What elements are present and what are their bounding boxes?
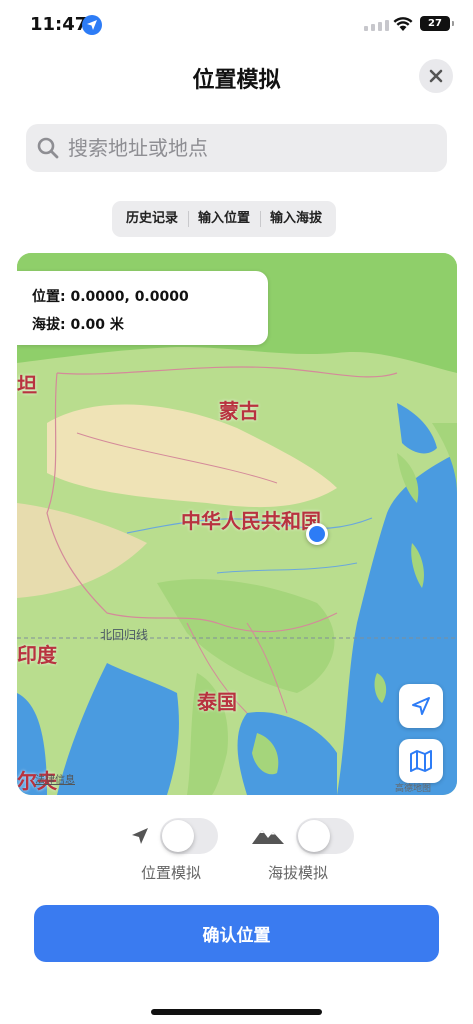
map-label-mongolia: 蒙古 — [219, 399, 259, 423]
search-input[interactable] — [68, 136, 428, 160]
segment-input-position[interactable]: 输入位置 — [188, 201, 260, 237]
wifi-icon — [392, 15, 414, 36]
position-sim-toggle-group — [130, 818, 218, 854]
info-altitude: 海拔: 0.00 米 — [32, 317, 124, 333]
location-arrow-icon — [132, 828, 148, 844]
current-location-dot — [306, 523, 328, 545]
map-type-button[interactable] — [399, 739, 443, 783]
status-bar: 11:47 27 — [0, 0, 473, 52]
location-arrow-icon — [412, 697, 430, 715]
altitude-sim-switch[interactable] — [296, 818, 354, 854]
search-icon — [37, 137, 59, 159]
close-icon — [429, 69, 443, 83]
segment-history[interactable]: 历史记录 — [116, 201, 188, 237]
segment-input-altitude[interactable]: 输入海拔 — [260, 201, 332, 237]
home-indicator[interactable] — [151, 1009, 322, 1015]
locate-me-button[interactable] — [399, 684, 443, 728]
cellular-signal-icon — [364, 20, 389, 31]
map-label-edge-left: 坦 — [17, 373, 37, 397]
map-label-thailand: 泰国 — [197, 690, 237, 714]
map-attribution: 高德地图 — [395, 784, 432, 794]
battery-icon: 27 — [420, 16, 454, 31]
legal-info-link[interactable]: 法律信息 — [35, 771, 75, 786]
map-view[interactable]: 位置: 0.0000, 0.0000 海拔: 0.00 米 坦 蒙古 中华人民共… — [17, 253, 457, 795]
location-arrow-icon — [82, 15, 102, 35]
position-sim-switch[interactable] — [160, 818, 218, 854]
input-mode-segment: 历史记录 输入位置 输入海拔 — [112, 201, 337, 237]
close-button[interactable] — [419, 59, 453, 93]
search-bar[interactable] — [26, 124, 447, 172]
map-label-china: 中华人民共和国 — [181, 509, 321, 533]
map-icon — [410, 750, 432, 772]
mountain-icon — [252, 830, 284, 844]
altitude-sim-label: 海拔模拟 — [268, 864, 329, 882]
altitude-sim-toggle-group — [250, 818, 354, 854]
map-label-india: 印度 — [17, 643, 57, 667]
location-info-card: 位置: 0.0000, 0.0000 海拔: 0.00 米 — [17, 271, 268, 345]
info-position: 位置: 0.0000, 0.0000 — [32, 289, 189, 305]
position-sim-label: 位置模拟 — [141, 864, 202, 882]
status-time: 11:47 — [30, 14, 88, 35]
map-label-tropic: 北回归线 — [100, 628, 149, 642]
page-title: 位置模拟 — [192, 68, 281, 93]
confirm-location-button[interactable]: 确认位置 — [34, 905, 439, 962]
